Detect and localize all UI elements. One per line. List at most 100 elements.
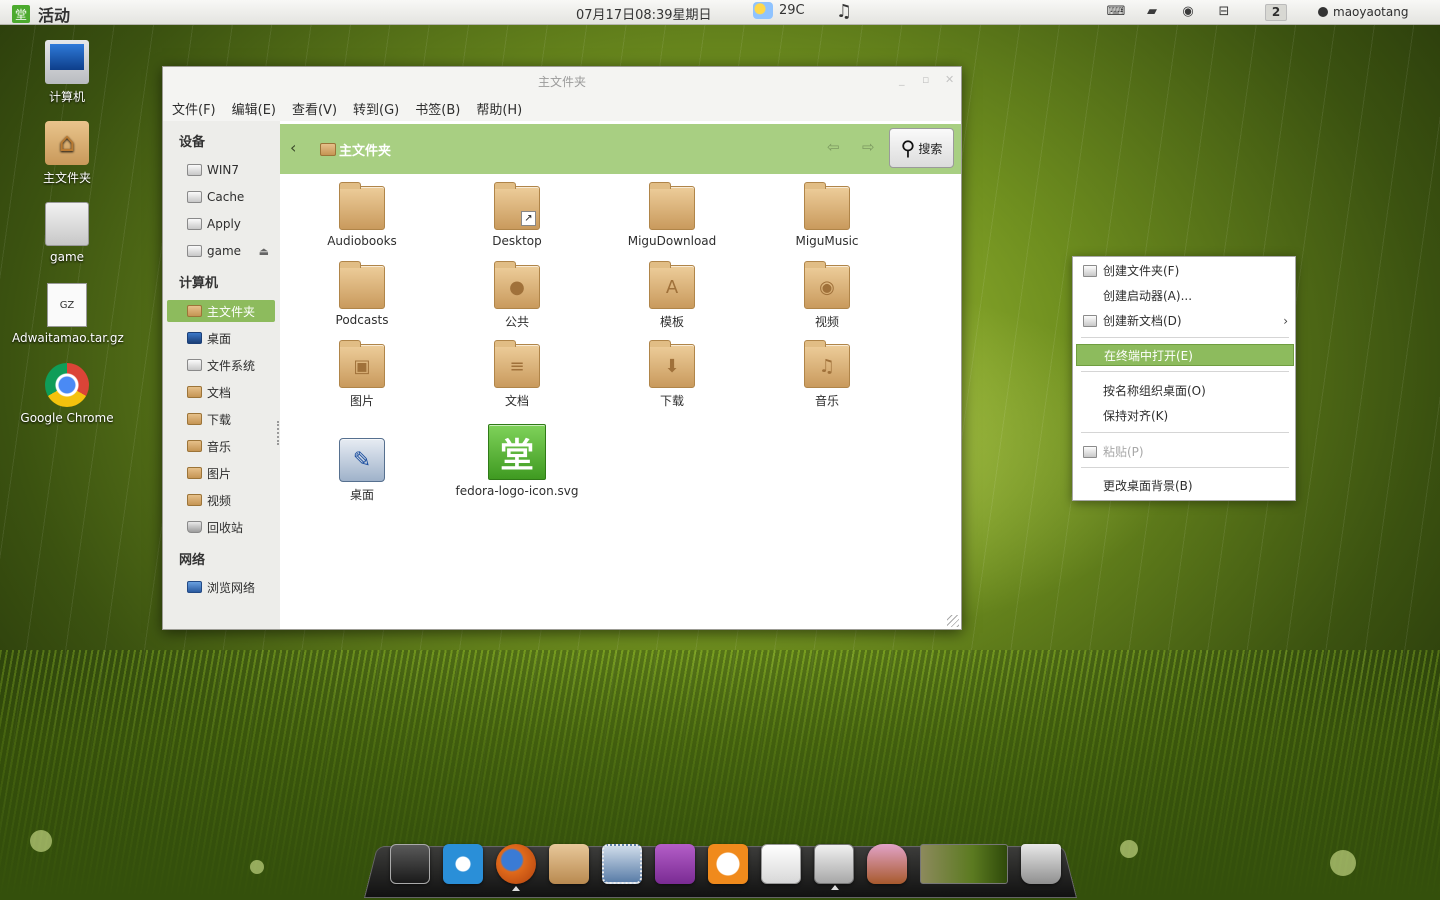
- menu-item-create-launcher[interactable]: 创建启动器(A)...: [1076, 285, 1294, 307]
- file-item-public[interactable]: ● 公共: [442, 261, 592, 330]
- file-item-audiobooks[interactable]: Audiobooks: [287, 182, 437, 248]
- desktop-icon-computer[interactable]: 计算机: [12, 40, 122, 105]
- sidebar-item-cache[interactable]: Cache: [167, 186, 275, 208]
- file-cabinet-icon[interactable]: [814, 844, 854, 890]
- desktop-icon-archive[interactable]: GZ Adwaitamao.tar.gz: [12, 283, 124, 345]
- sidebar-item-desktop[interactable]: 桌面: [167, 327, 275, 349]
- desktop-icon-label: Adwaitamao.tar.gz: [12, 331, 124, 345]
- next-arrow-icon[interactable]: ⇨: [862, 138, 875, 156]
- maximize-button[interactable]: ▫: [922, 73, 929, 86]
- weather-indicator[interactable]: 29C: [753, 2, 805, 19]
- file-item-pictures[interactable]: ▣ 图片: [287, 340, 437, 409]
- sidebar-item-trash[interactable]: 回收站: [167, 516, 275, 538]
- paste-icon: [1083, 446, 1097, 458]
- sidebar-splitter-handle[interactable]: [277, 421, 280, 445]
- minimize-button[interactable]: _: [899, 73, 905, 86]
- menu-item-create-document[interactable]: 创建新文档(D) ›: [1076, 310, 1294, 332]
- chat-icon[interactable]: [655, 844, 695, 884]
- eject-icon[interactable]: ⏏: [259, 245, 269, 258]
- music-icon[interactable]: ♫: [836, 1, 852, 22]
- desktop-icon-home[interactable]: 主文件夹: [12, 121, 122, 186]
- clock[interactable]: 07月17日08:39星期日: [576, 4, 712, 23]
- file-item-migudownload[interactable]: MiguDownload: [597, 182, 747, 248]
- menu-bookmarks[interactable]: 书签(B): [415, 99, 460, 118]
- file-item-videos[interactable]: ◉ 视频: [752, 261, 902, 330]
- menu-item-label: 创建启动器(A)...: [1103, 289, 1193, 303]
- sidebar-item-music[interactable]: 音乐: [167, 435, 275, 457]
- file-item-documents[interactable]: ≡ 文档: [442, 340, 592, 409]
- menu-view[interactable]: 查看(V): [292, 99, 337, 118]
- previous-arrow-icon[interactable]: ⇦: [827, 138, 840, 156]
- templates-folder-icon: A: [649, 261, 695, 309]
- window-titlebar[interactable]: 主文件夹 _ ▫ ✕: [163, 67, 961, 95]
- fedora-logo-icon: 堂: [12, 5, 30, 23]
- sidebar-item-pictures[interactable]: 图片: [167, 462, 275, 484]
- film-glyph-icon: ◉: [819, 276, 835, 298]
- window-thumbnail[interactable]: [920, 844, 1008, 884]
- menu-item-open-terminal[interactable]: 在终端中打开(E): [1076, 344, 1294, 366]
- menu-separator: [1081, 371, 1289, 372]
- file-item-downloads[interactable]: ⬇ 下载: [597, 340, 747, 409]
- sidebar-item-apply[interactable]: Apply: [167, 213, 275, 235]
- user-menu[interactable]: maoyaotang: [1318, 5, 1408, 19]
- wallpaper-droplet: [250, 860, 264, 874]
- menu-item-keep-aligned[interactable]: 保持对齐(K): [1076, 405, 1294, 427]
- game-app-icon[interactable]: [708, 844, 748, 884]
- sidebar-item-win7[interactable]: WIN7: [167, 159, 275, 181]
- sidebar-item-downloads[interactable]: 下载: [167, 408, 275, 430]
- keyboard-icon[interactable]: ⌨: [1106, 4, 1126, 20]
- location-bar: ‹ 主文件夹 ⇦ ⇨ ⚲ 搜索: [280, 124, 961, 174]
- desktop-icon-chrome[interactable]: Google Chrome: [12, 363, 122, 425]
- system-monitor-icon[interactable]: [390, 844, 430, 884]
- menu-item-organize-by-name[interactable]: 按名称组织桌面(O): [1076, 380, 1294, 402]
- breadcrumb[interactable]: 主文件夹: [320, 140, 391, 159]
- search-button[interactable]: ⚲ 搜索: [889, 128, 954, 168]
- window-resize-grip[interactable]: [947, 615, 959, 627]
- sidebar-item-videos[interactable]: 视频: [167, 489, 275, 511]
- desktop-icon-game[interactable]: game: [12, 202, 122, 264]
- menu-edit[interactable]: 编辑(E): [232, 99, 276, 118]
- file-item-migumusic[interactable]: MiguMusic: [752, 182, 902, 248]
- disc-icon[interactable]: ◉: [1178, 4, 1198, 20]
- menu-help[interactable]: 帮助(H): [476, 99, 522, 118]
- sidebar-item-documents[interactable]: 文档: [167, 381, 275, 403]
- sidebar-item-filesystem[interactable]: 文件系统: [167, 354, 275, 376]
- archive-icon: GZ: [47, 283, 87, 327]
- file-item-fedora-logo[interactable]: 堂 fedora-logo-icon.svg: [442, 424, 592, 498]
- file-label: MiguMusic: [795, 234, 859, 248]
- desktop-icon-label: 主文件夹: [42, 171, 91, 185]
- firefox-icon[interactable]: [496, 844, 536, 891]
- activities-button[interactable]: 堂 活动: [12, 2, 70, 26]
- file-item-desktop-launcher[interactable]: ✎ 桌面: [287, 438, 437, 503]
- gift-basket-icon[interactable]: [867, 844, 907, 884]
- trash-can-icon[interactable]: [1021, 844, 1061, 884]
- back-chevron-icon[interactable]: ‹: [290, 138, 296, 157]
- close-button[interactable]: ✕: [945, 73, 954, 86]
- network-icon[interactable]: ⊟: [1214, 4, 1234, 20]
- workspace-indicator[interactable]: 2: [1265, 4, 1287, 21]
- package-icon[interactable]: [549, 844, 589, 884]
- desktop-launcher-icon: ✎: [339, 438, 385, 482]
- sidebar-item-label: 音乐: [207, 439, 232, 454]
- menu-go[interactable]: 转到(G): [353, 99, 399, 118]
- bing-icon[interactable]: [443, 844, 483, 884]
- folder-icon[interactable]: ▰: [1142, 4, 1162, 20]
- file-label: MiguDownload: [627, 234, 717, 248]
- blank-document-icon[interactable]: [761, 844, 801, 884]
- sidebar-item-browse-network[interactable]: 浏览网络: [167, 576, 275, 598]
- username: maoyaotang: [1333, 5, 1409, 19]
- sidebar-item-label: 文档: [207, 385, 232, 400]
- file-label: 文档: [504, 394, 529, 408]
- sidebar-item-game[interactable]: game ⏏: [167, 240, 275, 262]
- sidebar-heading-network: 网络: [179, 553, 206, 568]
- file-item-templates[interactable]: A 模板: [597, 261, 747, 330]
- mail-stamp-icon[interactable]: [602, 844, 642, 884]
- sidebar-item-home[interactable]: 主文件夹: [167, 300, 275, 322]
- menu-item-create-folder[interactable]: 创建文件夹(F): [1076, 260, 1294, 282]
- menu-item-change-background[interactable]: 更改桌面背景(B): [1076, 475, 1294, 497]
- menu-file[interactable]: 文件(F): [172, 99, 216, 118]
- folder-icon: [339, 261, 385, 309]
- file-item-desktop[interactable]: ↗ Desktop: [442, 182, 592, 248]
- file-item-music[interactable]: ♫ 音乐: [752, 340, 902, 409]
- file-item-podcasts[interactable]: Podcasts: [287, 261, 437, 327]
